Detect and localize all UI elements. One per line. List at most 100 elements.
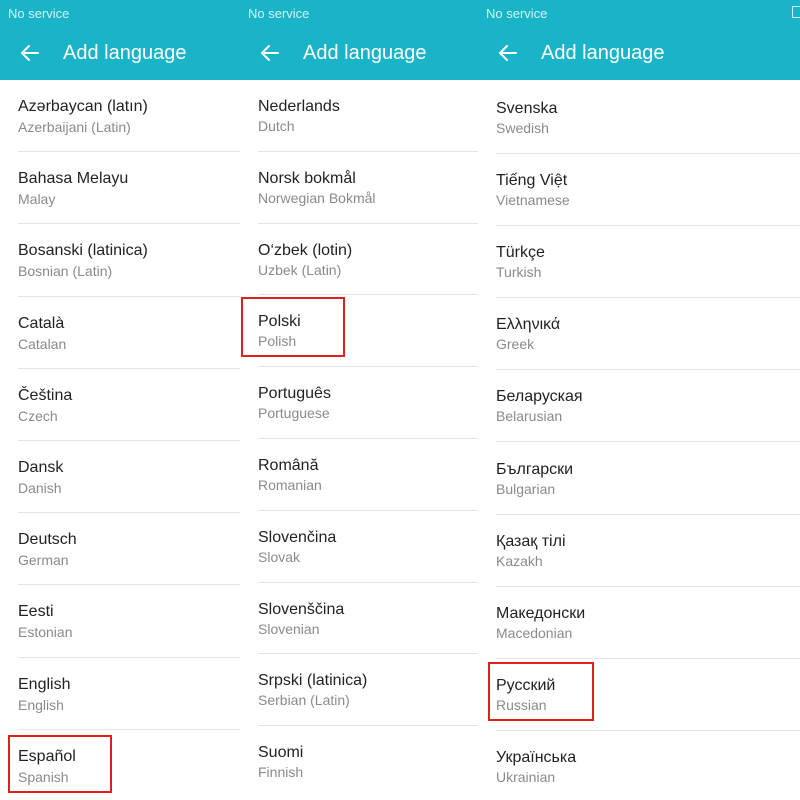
language-english-name: Uzbek (Latin) [258,261,342,278]
language-native-name: Македонски [496,604,586,622]
page-title: Add language [303,42,427,64]
language-native-name: Português [258,385,331,403]
language-item[interactable]: Suomi Finnish [240,726,478,798]
language-native-name: Čeština [18,386,73,404]
language-native-name: Català [18,314,65,332]
language-item[interactable]: Polski Polish [240,295,478,368]
app-bar: No service Add language [478,0,800,80]
language-native-name: Slovenčina [258,528,337,546]
language-item[interactable]: Dansk Danish [0,441,240,514]
language-native-name: O‘zbek (lotin) [258,241,353,259]
language-english-name: Serbian (Latin) [258,692,350,709]
language-native-name: Беларуская [496,388,583,406]
language-english-name: Greek [496,336,535,353]
language-item[interactable]: Türkçe Turkish [478,226,800,299]
language-english-name: Portuguese [258,405,330,422]
language-english-name: Norwegian Bokmål [258,189,376,206]
language-english-name: Dutch [258,118,295,134]
language-item[interactable]: Bahasa Melayu Malay [0,152,240,225]
language-item[interactable]: Svenska Swedish [478,82,800,155]
language-english-name: Macedonian [496,624,573,641]
language-item[interactable]: Deutsch German [0,513,240,586]
language-english-name: Estonian [18,624,73,641]
language-english-name: Ukrainian [496,768,556,785]
language-english-name: Swedish [496,120,549,136]
language-item[interactable]: Български Bulgarian [478,443,800,515]
language-native-name: Bosanski (latinica) [18,242,148,260]
language-native-name: Deutsch [18,531,77,549]
language-english-name: Kazakh [496,552,543,569]
language-native-name: Srpski (latinica) [258,672,368,690]
language-item[interactable]: Nederlands Dutch [240,80,478,152]
language-screen-1: No service Add language Azərbaycan (latı… [0,0,240,800]
page-title: Add language [63,42,187,64]
language-item[interactable]: Беларуская Belarusian [478,370,800,443]
language-native-name: Slovenščina [258,600,345,618]
language-item[interactable]: Azərbaycan (latın) Azerbaijani (Latin) [0,80,240,153]
language-item[interactable]: Català Catalan [0,297,240,369]
language-item[interactable]: Norsk bokmål Norwegian Bokmål [240,152,478,224]
language-native-name: Dansk [18,459,64,476]
language-english-name: Catalan [18,335,67,352]
back-arrow-icon[interactable] [258,41,282,65]
language-english-name: Slovenian [258,620,320,637]
app-bar: No service Add language [0,0,240,80]
status-text: No service [248,6,310,21]
language-item[interactable]: Slovenčina Slovak [240,511,478,583]
language-native-name: Norsk bokmål [258,169,356,187]
language-english-name: Russian [496,696,547,713]
language-item[interactable]: Slovenščina Slovenian [240,583,478,655]
language-item[interactable]: Română Romanian [240,439,478,511]
back-arrow-icon[interactable] [496,41,520,65]
language-item[interactable]: Bosanski (latinica) Bosnian (Latin) [0,224,240,297]
language-english-name: Vietnamese [496,192,570,209]
back-arrow-icon[interactable] [18,41,42,65]
language-english-name: Polish [258,333,297,350]
language-native-name: Eesti [18,603,54,621]
language-english-name: Slovak [258,548,301,565]
language-screen-2: No service Add language Nederlands Dutch N… [240,0,478,800]
language-native-name: Polski [258,313,301,331]
language-english-name: Finnish [258,764,304,781]
status-text: No service [8,6,70,21]
language-native-name: Tiếng Việt [496,172,568,190]
language-native-name: Azərbaycan (latın) [18,98,148,115]
language-item[interactable]: Español Spanish [0,730,240,800]
language-native-name: Ελληνικά [496,316,561,334]
language-native-name: Español [18,747,76,765]
language-english-name: Danish [18,480,62,496]
language-item[interactable]: Srpski (latinica) Serbian (Latin) [240,654,478,727]
language-native-name: Български [496,460,574,478]
status-indicator-icon [792,6,800,18]
language-item[interactable]: Ελληνικά Greek [478,298,800,371]
language-native-name: Nederlands [258,98,340,115]
language-screen-3: No service Add language Svenska Swedish Ti… [478,0,800,800]
status-text: No service [486,6,548,21]
language-item[interactable]: Қазақ тілі Kazakh [478,515,800,587]
language-english-name: Czech [18,407,58,424]
language-native-name: Română [258,457,319,474]
language-english-name: Azerbaijani (Latin) [18,119,131,135]
language-english-name: German [18,552,69,569]
language-native-name: Қазақ тілі [496,532,566,550]
language-item[interactable]: Čeština Czech [0,369,240,441]
language-item[interactable]: Tiếng Việt Vietnamese [478,154,800,227]
language-item[interactable]: Português Portuguese [240,367,478,439]
language-item[interactable]: English English [0,658,240,730]
language-item[interactable]: Eesti Estonian [0,585,240,658]
language-english-name: Romanian [258,477,322,493]
language-english-name: English [18,696,64,713]
language-native-name: Русский [496,676,556,694]
language-native-name: Українська [496,748,577,766]
language-native-name: Suomi [258,744,304,762]
language-native-name: English [18,675,71,693]
language-item[interactable]: Українська Ukrainian [478,731,800,800]
language-item[interactable]: Русский Russian [478,659,800,731]
language-english-name: Malay [18,191,56,208]
language-item[interactable]: O‘zbek (lotin) Uzbek (Latin) [240,224,478,296]
page-title: Add language [541,42,665,64]
language-english-name: Turkish [496,264,542,281]
language-english-name: Bosnian (Latin) [18,263,113,280]
language-item[interactable]: Македонски Macedonian [478,587,800,659]
language-native-name: Svenska [496,100,558,117]
